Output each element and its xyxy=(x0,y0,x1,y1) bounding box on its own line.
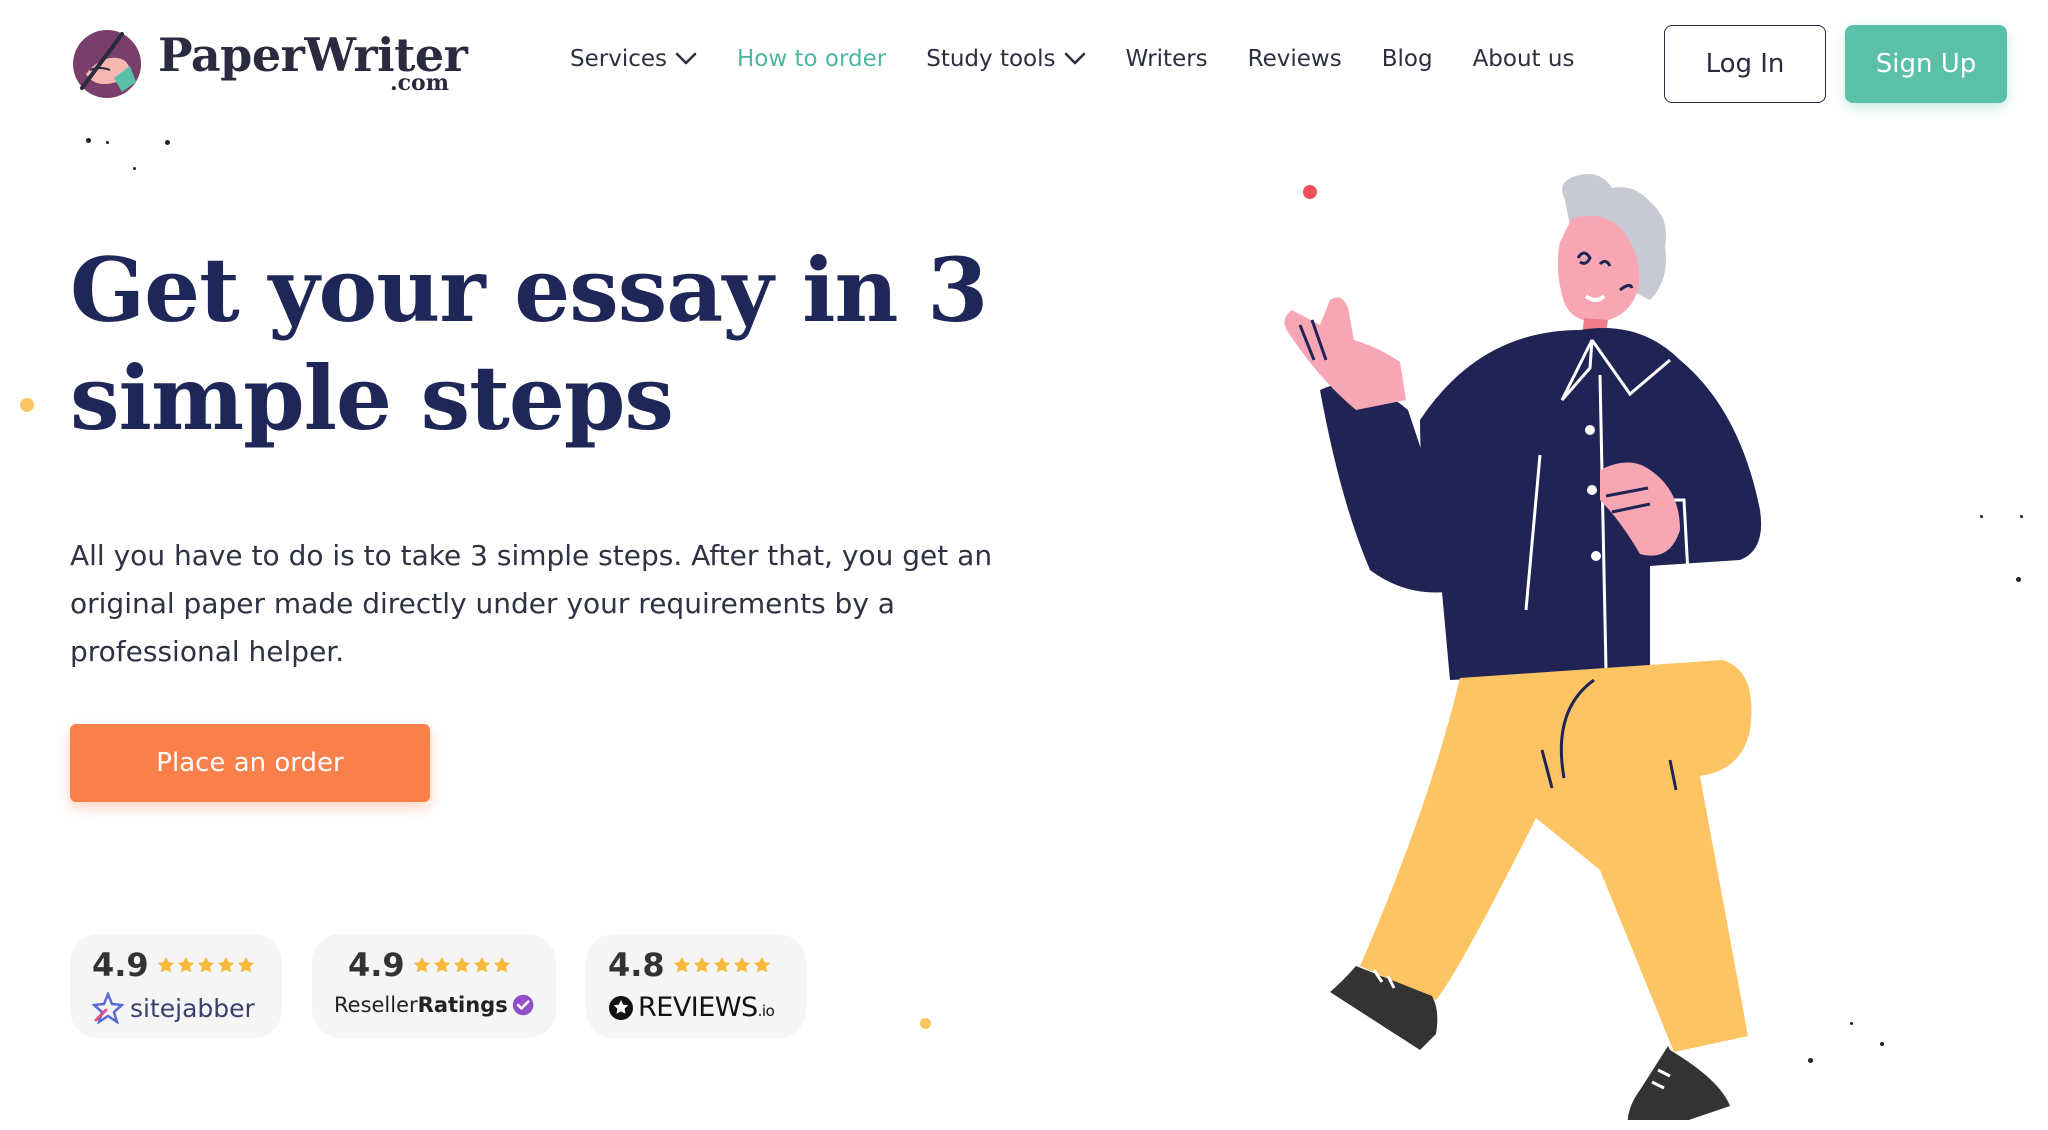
decor-dot xyxy=(165,140,170,145)
star-rating xyxy=(413,956,511,974)
title-line-1: Get your essay in 3 xyxy=(70,238,988,342)
brand-name: ResellerRatings xyxy=(334,993,508,1017)
rating-card-sitejabber[interactable]: 4.9 sitejabber xyxy=(70,934,282,1038)
decor-dot xyxy=(1980,515,1983,518)
rating-card-resellerratings[interactable]: 4.9 ResellerRatings xyxy=(312,934,556,1038)
nav-reviews[interactable]: Reviews xyxy=(1248,46,1342,72)
title-line-2: simple steps xyxy=(70,346,674,450)
star-icon xyxy=(673,956,690,973)
decor-dot xyxy=(106,141,109,144)
nav-how-to-order[interactable]: How to order xyxy=(737,46,886,72)
quill-hand-icon xyxy=(73,30,141,98)
main-nav: Services How to order Study tools Writer… xyxy=(570,46,1614,72)
star-icon xyxy=(713,956,730,973)
star-icon xyxy=(413,956,430,973)
brand-name-part1: REVIEWS xyxy=(638,992,758,1023)
star-icon xyxy=(453,956,470,973)
star-icon xyxy=(693,956,710,973)
brand-name: REVIEWS.io xyxy=(638,992,775,1023)
reviews-io-star-icon xyxy=(609,995,633,1020)
sitejabber-logo-icon xyxy=(92,992,124,1024)
nav-services-label: Services xyxy=(570,46,667,72)
rating-top: 4.9 xyxy=(92,946,260,984)
star-icon xyxy=(753,956,770,973)
man-gesturing-illustration xyxy=(1284,173,1762,1120)
nav-about-us[interactable]: About us xyxy=(1473,46,1575,72)
star-icon xyxy=(493,956,510,973)
star-rating xyxy=(157,956,255,974)
signup-button[interactable]: Sign Up xyxy=(1845,25,2007,103)
decor-dot xyxy=(20,398,34,412)
star-icon xyxy=(197,956,214,973)
place-order-button[interactable]: Place an order xyxy=(70,724,430,802)
rating-score: 4.8 xyxy=(608,946,665,984)
brand-name: sitejabber xyxy=(130,993,255,1023)
nav-study-tools-label: Study tools xyxy=(926,46,1056,72)
rating-score: 4.9 xyxy=(348,946,405,984)
star-icon xyxy=(733,956,750,973)
rating-card-reviews-io[interactable]: 4.8 REVIEWS.io xyxy=(586,934,806,1038)
nav-blog[interactable]: Blog xyxy=(1382,46,1433,72)
chevron-down-icon xyxy=(1064,52,1085,65)
decor-dot xyxy=(133,167,136,170)
star-rating xyxy=(673,956,771,974)
decor-dot xyxy=(86,138,91,143)
chevron-down-icon xyxy=(675,52,697,65)
logo-wordmark: PaperWriter .com xyxy=(158,26,468,100)
brand-name-part2: .io xyxy=(757,1002,775,1020)
nav-services[interactable]: Services xyxy=(570,46,697,72)
nav-study-tools[interactable]: Study tools xyxy=(926,46,1085,72)
hero-description: All you have to do is to take 3 simple s… xyxy=(70,539,993,668)
brand-name-part1: Reseller xyxy=(334,993,418,1017)
rating-top: 4.8 xyxy=(608,946,784,984)
logo[interactable]: PaperWriter .com xyxy=(70,26,468,100)
star-icon xyxy=(217,956,234,973)
rating-top: 4.9 xyxy=(348,946,534,984)
brand-row: REVIEWS.io xyxy=(608,992,784,1023)
decor-dot xyxy=(1880,1042,1884,1046)
nav-writers[interactable]: Writers xyxy=(1126,46,1208,72)
brand-row: ResellerRatings xyxy=(334,992,534,1018)
logo-domain: .com xyxy=(389,70,449,96)
decor-dot xyxy=(2016,577,2021,582)
star-icon xyxy=(177,956,194,973)
star-icon xyxy=(237,956,254,973)
brand-row: sitejabber xyxy=(92,992,260,1024)
brand-name-part2: Ratings xyxy=(417,993,508,1017)
rating-score: 4.9 xyxy=(92,946,149,984)
decor-dot xyxy=(920,1018,931,1029)
verified-badge-icon xyxy=(512,994,534,1016)
decor-dot xyxy=(2020,515,2023,518)
star-icon xyxy=(433,956,450,973)
star-icon xyxy=(473,956,490,973)
login-button[interactable]: Log In xyxy=(1664,25,1826,103)
page-title: Get your essay in 3 simple steps xyxy=(70,236,990,452)
star-icon xyxy=(157,956,174,973)
